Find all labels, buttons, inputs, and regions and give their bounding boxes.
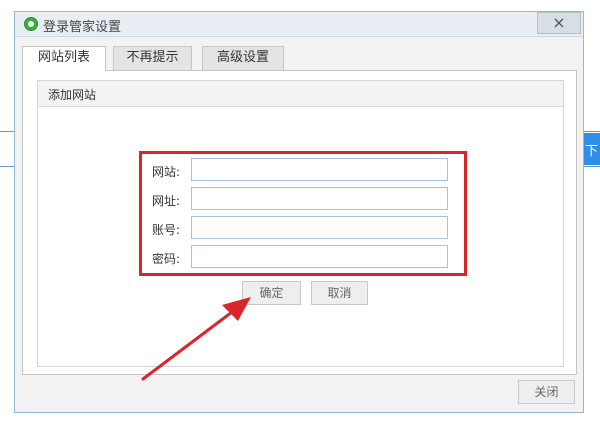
background-next-button[interactable]: 下 bbox=[583, 133, 600, 165]
title-bar: 登录管家设置 × bbox=[15, 12, 583, 37]
cancel-button[interactable]: 取消 bbox=[311, 281, 368, 305]
group-title: 添加网站 bbox=[48, 88, 97, 102]
group-header: 添加网站 bbox=[38, 81, 563, 107]
account-label: 账号: bbox=[152, 223, 181, 237]
password-input[interactable] bbox=[191, 245, 448, 268]
window-title: 登录管家设置 bbox=[43, 20, 122, 35]
site-url-label: 网址: bbox=[152, 194, 181, 208]
account-input[interactable] bbox=[191, 216, 448, 239]
site-name-input[interactable] bbox=[191, 158, 448, 181]
password-label: 密码: bbox=[152, 252, 181, 266]
site-name-label: 网站: bbox=[152, 165, 181, 179]
close-window-button[interactable]: × bbox=[537, 12, 581, 34]
tab-site-list[interactable]: 网站列表 bbox=[22, 46, 106, 71]
tab-no-prompt[interactable]: 不再提示 bbox=[113, 46, 192, 70]
screen: 下 登录管家设置 × 网站列表 不再提示 高级设置 添加网站 关闭 网站: 网址… bbox=[0, 0, 600, 426]
confirm-button[interactable]: 确定 bbox=[242, 281, 301, 305]
app-logo-icon bbox=[24, 17, 38, 31]
close-button[interactable]: 关闭 bbox=[518, 380, 575, 404]
tab-advanced-settings[interactable]: 高级设置 bbox=[202, 46, 284, 70]
site-url-input[interactable] bbox=[191, 187, 448, 210]
